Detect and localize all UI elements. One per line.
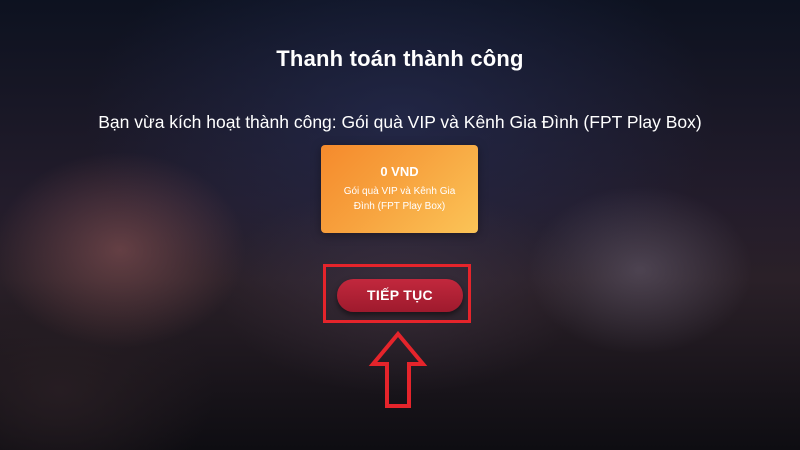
highlight-box — [323, 264, 471, 323]
page-title: Thanh toán thành công — [276, 46, 524, 71]
package-price: 0 VND — [380, 164, 419, 179]
up-arrow-icon — [368, 330, 428, 408]
package-card: 0 VND Gói quà VIP và Kênh Gia Đình (FPT … — [321, 145, 478, 233]
activation-message: Bạn vừa kích hoạt thành công: Gói quà VI… — [98, 112, 702, 132]
package-name: Gói quà VIP và Kênh Gia Đình (FPT Play B… — [343, 186, 456, 212]
